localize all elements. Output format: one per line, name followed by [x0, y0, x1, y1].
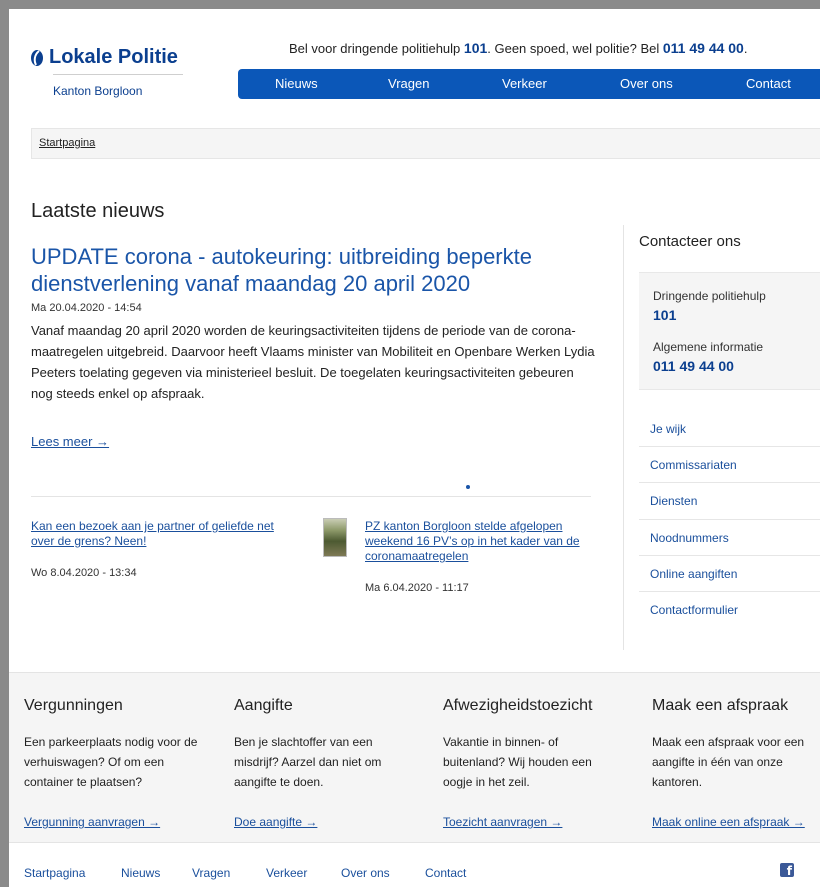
sidebar-link-divider	[639, 591, 820, 592]
sidebar-divider	[623, 225, 624, 650]
featured-article-date: Ma 20.04.2020 - 14:54	[31, 302, 142, 314]
news-divider	[31, 496, 591, 497]
section-title: Laatste nieuws	[31, 200, 165, 222]
featured-article-intro: Vanaf maandag 20 april 2020 worden de ke…	[31, 323, 595, 401]
general-info-number[interactable]: 011 49 44 00	[653, 358, 734, 374]
footer-link-vragen[interactable]: Vragen	[192, 866, 230, 880]
sidebar-title: Contacteer ons	[639, 233, 741, 250]
sidebar-link-divider	[639, 482, 820, 483]
article-link-pv-coronamaatregelen[interactable]: PZ kanton Borgloon stelde afgelopen week…	[365, 519, 595, 564]
card-link-vergunning-aanvragen[interactable]: Vergunning aanvragen →	[24, 815, 160, 829]
card-text: Een parkeerplaats nodig voor de verhuisw…	[24, 735, 198, 789]
emergency-notice: Bel voor dringende politiehulp 101. Geen…	[289, 40, 748, 56]
card-text: Vakantie in binnen- of buitenland? Wij h…	[443, 735, 592, 789]
footer-link-nieuws[interactable]: Nieuws	[121, 866, 160, 880]
contact-box: Dringende politiehulp 101 Algemene infor…	[639, 272, 820, 390]
site-logo[interactable]: Lokale Politie	[30, 46, 178, 69]
footer-link-startpagina[interactable]: Startpagina	[24, 866, 85, 880]
sidebar-link-diensten[interactable]: Diensten	[650, 494, 697, 508]
urgent-help-label: Dringende politiehulp	[653, 289, 766, 303]
nav-item-verkeer[interactable]: Verkeer	[502, 76, 547, 91]
logo-title: Lokale Politie	[49, 46, 178, 68]
read-more-link[interactable]: Lees meer →	[31, 434, 109, 449]
emergency-number: 101	[463, 40, 488, 56]
logo-divider	[53, 74, 183, 75]
logo-subtitle: Kanton Borgloon	[53, 84, 143, 98]
card-title-aangifte: Aangifte	[234, 697, 293, 714]
card-link-maak-online-afspraak[interactable]: Maak online een afspraak →	[652, 815, 820, 829]
card-title-afwezigheidstoezicht: Afwezigheidstoezicht	[443, 697, 593, 714]
sidebar-link-online-aangiften[interactable]: Online aangiften	[650, 567, 737, 581]
article-link-partner-border[interactable]: Kan een bezoek aan je partner of geliefd…	[31, 519, 296, 549]
article-date: Wo 8.04.2020 - 13:34	[31, 567, 137, 579]
carousel-indicator	[466, 485, 470, 489]
window-frame-left	[0, 0, 9, 887]
sidebar-link-divider	[639, 519, 820, 520]
sidebar-link-noodnummers[interactable]: Noodnummers	[650, 531, 729, 545]
general-number: 011 49 44 00	[662, 40, 744, 56]
card-link-doe-aangifte[interactable]: Doe aangifte →	[234, 815, 317, 829]
nav-item-nieuws[interactable]: Nieuws	[275, 76, 318, 91]
police-shield-icon	[30, 49, 44, 67]
window-frame-top	[0, 0, 820, 9]
card-text: Ben je slachtoffer van een misdrijf? Aar…	[234, 735, 382, 789]
breadcrumb-home-link[interactable]: Startpagina	[39, 137, 95, 149]
sidebar-link-contactformulier[interactable]: Contactformulier	[650, 603, 738, 617]
article-thumbnail-image[interactable]	[323, 518, 347, 557]
card-text: Maak een afspraak voor een aangifte in é…	[652, 735, 805, 789]
facebook-icon[interactable]: f	[780, 863, 794, 878]
sidebar-link-divider	[639, 555, 820, 556]
article-date: Ma 6.04.2020 - 11:17	[365, 582, 469, 594]
nav-item-over-ons[interactable]: Over ons	[620, 76, 673, 91]
card-title-maak-een-afspraak: Maak een afspraak	[652, 697, 789, 714]
sidebar-link-je-wijk[interactable]: Je wijk	[650, 422, 686, 436]
sidebar-link-commissariaten[interactable]: Commissariaten	[650, 458, 737, 472]
breadcrumb: Startpagina	[31, 128, 820, 159]
footer-link-verkeer[interactable]: Verkeer	[266, 866, 307, 880]
general-info-label: Algemene informatie	[653, 340, 764, 354]
footer-link-over-ons[interactable]: Over ons	[341, 866, 390, 880]
card-title-vergunningen: Vergunningen	[24, 697, 123, 714]
footer-link-contact[interactable]: Contact	[425, 866, 466, 880]
featured-article-title[interactable]: UPDATE corona - autokeuring: uitbreiding…	[31, 243, 591, 297]
urgent-help-number[interactable]: 101	[653, 307, 676, 323]
nav-item-vragen[interactable]: Vragen	[388, 76, 429, 91]
footer-navigation	[9, 842, 820, 887]
nav-item-contact[interactable]: Contact	[746, 76, 791, 91]
main-navigation: Nieuws Vragen Verkeer Over ons Contact	[238, 69, 820, 99]
sidebar-link-divider	[639, 446, 820, 447]
card-link-toezicht-aanvragen[interactable]: Toezicht aanvragen →	[443, 815, 562, 829]
